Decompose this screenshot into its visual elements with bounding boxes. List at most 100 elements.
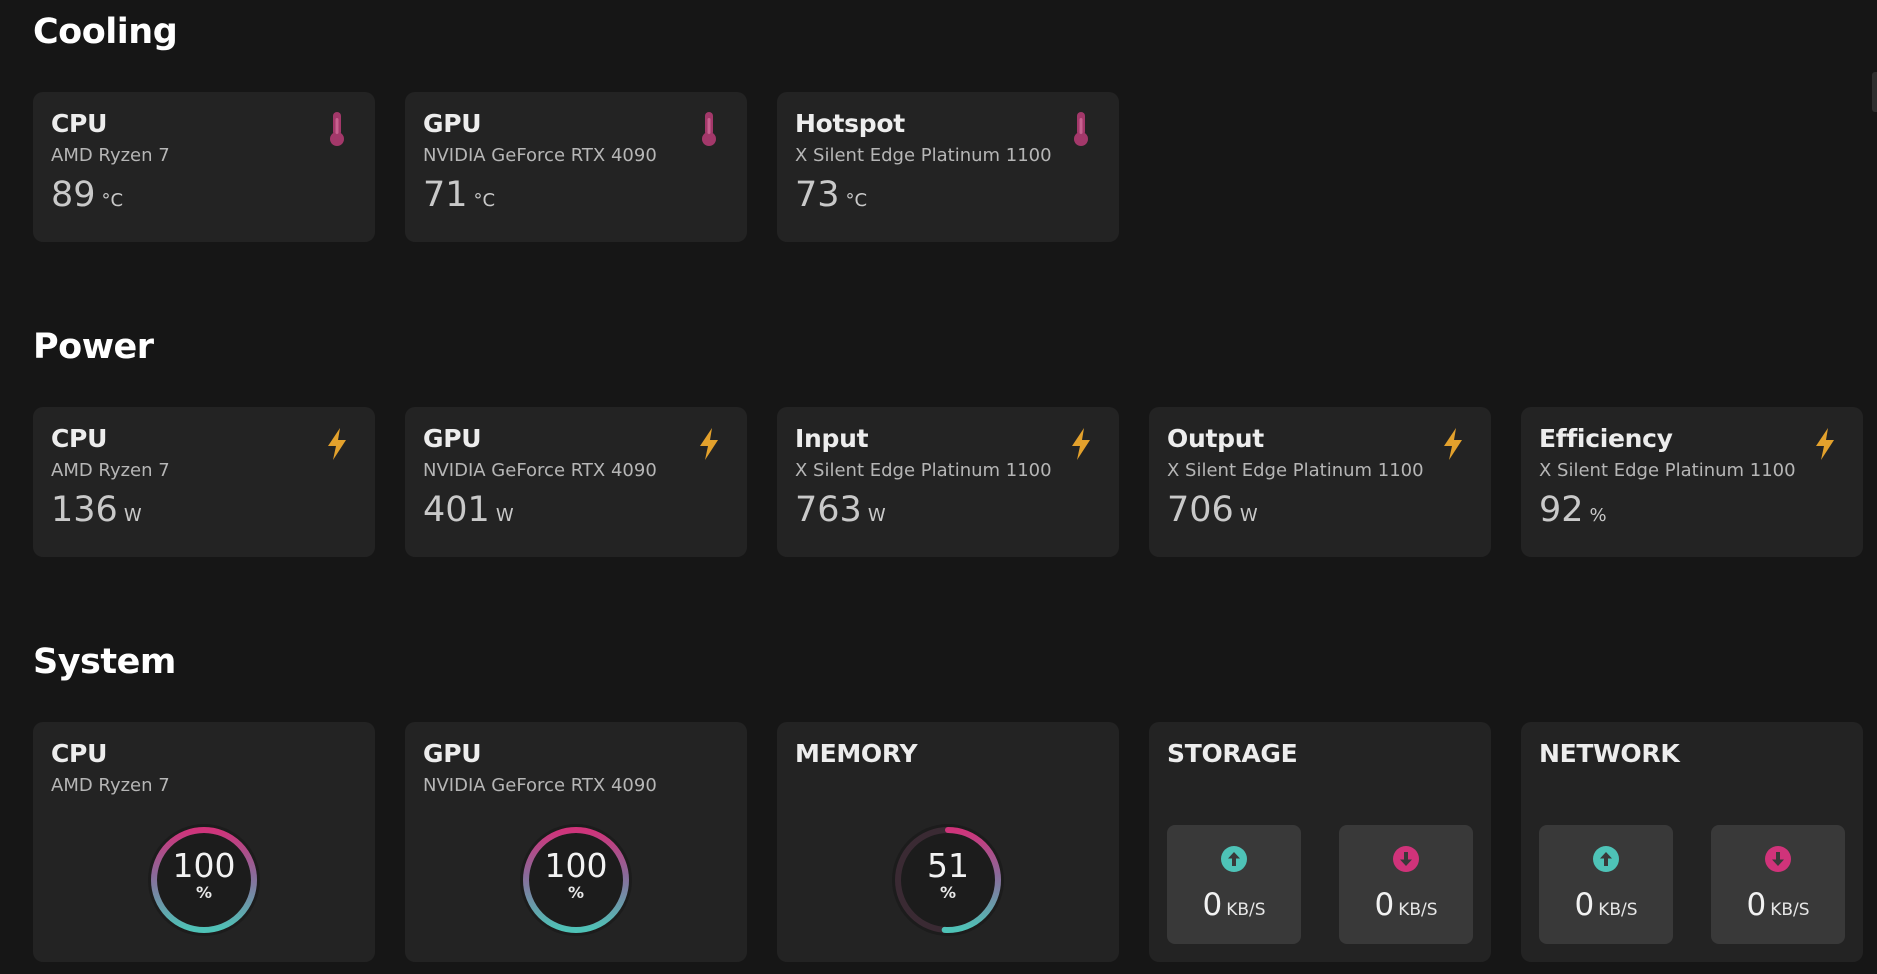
card-title: GPU <box>423 109 482 138</box>
temperature-value: 71 <box>423 174 468 215</box>
reading: 401 W <box>423 490 729 530</box>
gauge-text: 100 % <box>516 848 636 902</box>
reading: 92 % <box>1539 490 1845 530</box>
thermometer-icon <box>695 110 723 148</box>
power-unit: W <box>495 504 514 526</box>
card-title: STORAGE <box>1167 739 1298 768</box>
card-subtitle: X Silent Edge Platinum 1100 <box>1167 459 1424 481</box>
card-title: CPU <box>51 424 108 453</box>
reading: 89 °C <box>51 175 357 215</box>
cpu-usage-gauge: 100 % <box>144 820 264 940</box>
card-title: Hotspot <box>795 109 905 138</box>
lightning-icon <box>1067 425 1095 463</box>
reading: 136 W <box>51 490 357 530</box>
io-reading: 0 KB/S <box>1539 887 1673 923</box>
download-speed-unit: KB/S <box>1398 900 1438 920</box>
card-subtitle: X Silent Edge Platinum 1100 <box>795 144 1052 166</box>
gauge-unit: % <box>939 883 957 902</box>
gauge-text: 51 % <box>888 848 1008 902</box>
upload-speed-value: 0 <box>1574 887 1595 923</box>
temperature-unit: °C <box>845 189 868 211</box>
memory-usage-gauge: 51 % <box>888 820 1008 940</box>
io-reading: 0 KB/S <box>1167 887 1301 923</box>
gauge-value: 51 <box>927 846 969 885</box>
card-title: NETWORK <box>1539 739 1680 768</box>
temperature-value: 73 <box>795 174 840 215</box>
power-unit: W <box>123 504 142 526</box>
cooling-card-gpu: GPU NVIDIA GeForce RTX 4090 71 °C <box>405 92 747 242</box>
temperature-unit: °C <box>101 189 124 211</box>
lightning-icon <box>695 425 723 463</box>
card-subtitle: AMD Ryzen 7 <box>51 774 170 796</box>
card-title: GPU <box>423 739 482 768</box>
efficiency-unit: % <box>1589 504 1607 526</box>
storage-download-box: 0 KB/S <box>1339 825 1473 944</box>
card-subtitle: X Silent Edge Platinum 1100 <box>1539 459 1796 481</box>
network-io-row: 0 KB/S 0 KB/S <box>1539 825 1845 944</box>
card-title: Efficiency <box>1539 424 1673 453</box>
system-card-gpu: GPU NVIDIA GeForce RTX 4090 100 % <box>405 722 747 962</box>
power-value: 706 <box>1167 489 1234 530</box>
card-subtitle: NVIDIA GeForce RTX 4090 <box>423 459 657 481</box>
lightning-icon <box>1439 425 1467 463</box>
temperature-unit: °C <box>473 189 496 211</box>
power-value: 401 <box>423 489 490 530</box>
system-section-title: System <box>33 642 176 682</box>
system-card-cpu: CPU AMD Ryzen 7 100 % <box>33 722 375 962</box>
card-title: MEMORY <box>795 739 918 768</box>
temperature-value: 89 <box>51 174 96 215</box>
card-title: CPU <box>51 739 108 768</box>
io-reading: 0 KB/S <box>1339 887 1473 923</box>
lightning-icon <box>323 425 351 463</box>
gauge-text: 100 % <box>144 848 264 902</box>
dashboard-page: Cooling CPU AMD Ryzen 7 89 °C GPU NVIDIA… <box>0 0 1877 974</box>
power-card-output: Output X Silent Edge Platinum 1100 706 W <box>1149 407 1491 557</box>
cooling-section-title: Cooling <box>33 12 178 52</box>
thermometer-icon <box>1067 110 1095 148</box>
gpu-usage-gauge: 100 % <box>516 820 636 940</box>
power-value: 763 <box>795 489 862 530</box>
reading: 71 °C <box>423 175 729 215</box>
system-row: CPU AMD Ryzen 7 100 % GPU NVIDIA GeForce… <box>33 722 1863 962</box>
io-reading: 0 KB/S <box>1711 887 1845 923</box>
gauge-unit: % <box>567 883 585 902</box>
reading: 763 W <box>795 490 1101 530</box>
power-section-title: Power <box>33 327 154 367</box>
power-value: 136 <box>51 489 118 530</box>
card-title: Output <box>1167 424 1264 453</box>
system-card-storage: STORAGE 0 KB/S 0 KB/S <box>1149 722 1491 962</box>
cooling-card-hotspot: Hotspot X Silent Edge Platinum 1100 73 °… <box>777 92 1119 242</box>
power-card-gpu: GPU NVIDIA GeForce RTX 4090 401 W <box>405 407 747 557</box>
reading: 706 W <box>1167 490 1473 530</box>
thermometer-icon <box>323 110 351 148</box>
card-subtitle: AMD Ryzen 7 <box>51 459 170 481</box>
card-title: Input <box>795 424 869 453</box>
upload-speed-unit: KB/S <box>1598 900 1638 920</box>
download-speed-unit: KB/S <box>1770 900 1810 920</box>
power-card-efficiency: Efficiency X Silent Edge Platinum 1100 9… <box>1521 407 1863 557</box>
scrollbar-thumb[interactable] <box>1872 72 1877 112</box>
power-card-cpu: CPU AMD Ryzen 7 136 W <box>33 407 375 557</box>
card-title: CPU <box>51 109 108 138</box>
system-card-memory: MEMORY 51 % <box>777 722 1119 962</box>
lightning-icon <box>1811 425 1839 463</box>
upload-arrow-icon <box>1220 845 1248 873</box>
power-card-input: Input X Silent Edge Platinum 1100 763 W <box>777 407 1119 557</box>
card-subtitle: X Silent Edge Platinum 1100 <box>795 459 1052 481</box>
system-card-network: NETWORK 0 KB/S 0 KB/S <box>1521 722 1863 962</box>
card-subtitle: NVIDIA GeForce RTX 4090 <box>423 774 657 796</box>
upload-speed-unit: KB/S <box>1226 900 1266 920</box>
storage-upload-box: 0 KB/S <box>1167 825 1301 944</box>
reading: 73 °C <box>795 175 1101 215</box>
power-row: CPU AMD Ryzen 7 136 W GPU NVIDIA GeForce… <box>33 407 1863 557</box>
gauge-value: 100 <box>172 846 236 885</box>
download-arrow-icon <box>1392 845 1420 873</box>
gauge-value: 100 <box>544 846 608 885</box>
upload-arrow-icon <box>1592 845 1620 873</box>
download-speed-value: 0 <box>1746 887 1767 923</box>
efficiency-value: 92 <box>1539 489 1584 530</box>
power-unit: W <box>1239 504 1258 526</box>
power-unit: W <box>867 504 886 526</box>
download-arrow-icon <box>1764 845 1792 873</box>
storage-io-row: 0 KB/S 0 KB/S <box>1167 825 1473 944</box>
